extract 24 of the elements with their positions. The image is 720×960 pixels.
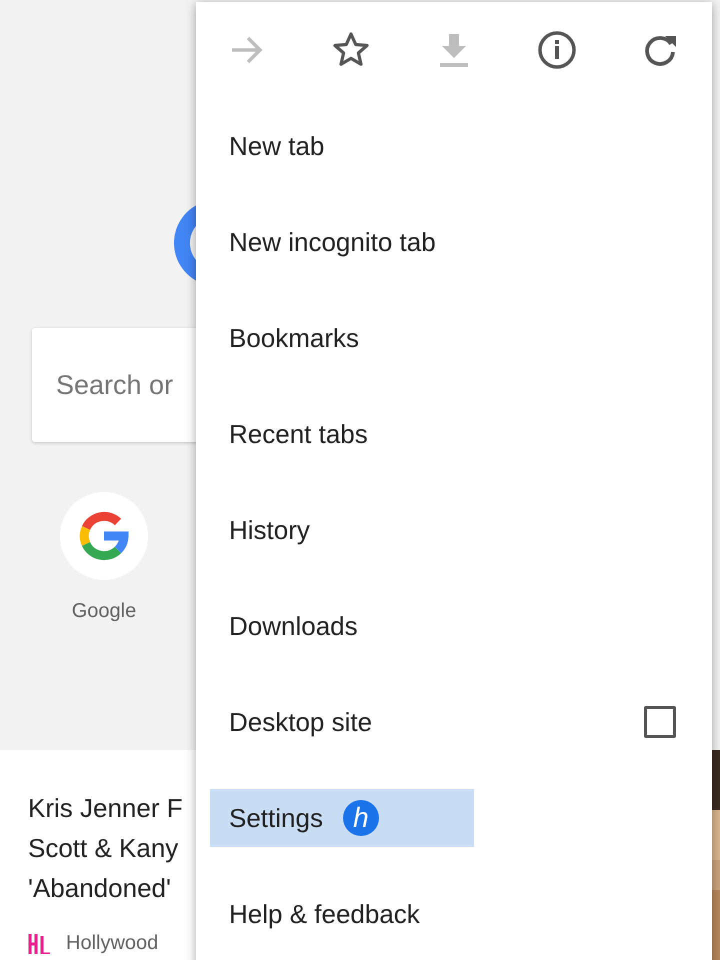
menu-item[interactable]: Help & feedback: [196, 866, 712, 960]
headline-line: 'Abandoned': [28, 872, 172, 905]
headline-line: Scott & Kany: [28, 832, 180, 865]
g-logo-icon[interactable]: [60, 492, 148, 580]
headline-line: Kris Jenner F: [28, 792, 183, 825]
menu-item[interactable]: New tab: [196, 98, 712, 194]
menu-item-label: Help & feedback: [229, 898, 420, 930]
menu-item-label: New tab: [229, 130, 324, 162]
menu-item[interactable]: Downloads: [196, 578, 712, 674]
menu-item[interactable]: History: [196, 482, 712, 578]
source-name: Hollywood: [66, 932, 158, 955]
shortcut-label: Google: [72, 600, 136, 623]
badge: h: [342, 800, 379, 836]
menu-item[interactable]: New incognito tab: [196, 194, 712, 290]
menu-item-label: New incognito tab: [229, 226, 436, 258]
menu-item-label: History: [229, 514, 310, 546]
info-icon[interactable]: [537, 30, 577, 70]
menu-item-label: Settings: [229, 802, 323, 834]
menu-item-label: Desktop site: [229, 706, 372, 738]
source-logo-icon: [28, 934, 52, 954]
checkbox[interactable]: [644, 706, 676, 738]
menu-item-label: Downloads: [229, 610, 358, 642]
menu-item[interactable]: Desktop site: [196, 674, 712, 770]
menu-item[interactable]: Settings h: [196, 770, 712, 866]
